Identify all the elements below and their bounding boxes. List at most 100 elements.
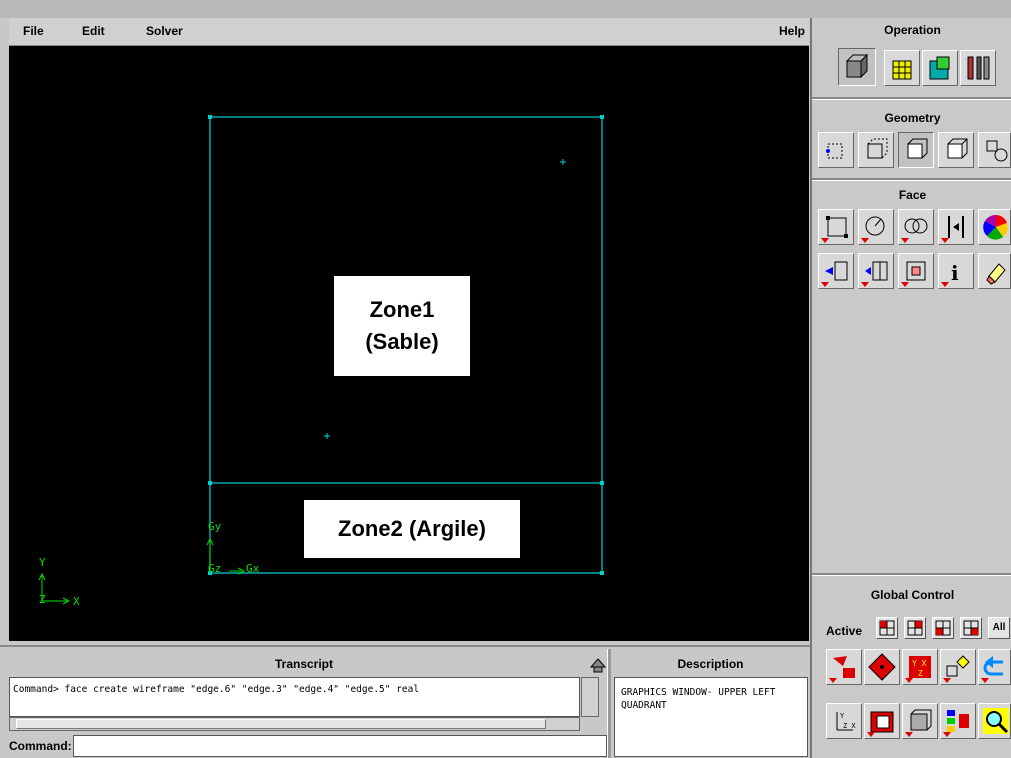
scrollbar-thumb[interactable] [16, 719, 546, 729]
quadrant-icon [935, 620, 951, 636]
circle-face-button[interactable] [858, 209, 894, 245]
tools-icon [967, 56, 990, 80]
orient-axes-button[interactable]: Y Z X [826, 703, 862, 739]
quadrant-lower-right-button[interactable] [960, 617, 982, 639]
svg-text:i: i [951, 261, 959, 285]
svg-text:Y: Y [840, 712, 845, 720]
control-panel: Operation Geometry Face i Global Control… [810, 18, 1011, 758]
info-face-button[interactable]: i [938, 253, 974, 289]
global-control-title: Global Control [870, 588, 955, 602]
separator [812, 178, 1011, 181]
light-button[interactable] [940, 649, 976, 685]
geometry-operation-button[interactable] [884, 50, 920, 86]
all-quadrants-button[interactable]: All [988, 617, 1010, 639]
dropdown-indicator-icon [941, 282, 949, 287]
geometry-op-icon [892, 60, 912, 80]
zone1-title: Zone1 [369, 297, 435, 322]
title-strip [0, 0, 1011, 18]
shade-button[interactable] [902, 703, 938, 739]
axis-z-label: Z [39, 593, 46, 606]
specify-color-button[interactable] [940, 703, 976, 739]
axis-x-label: X [73, 595, 80, 608]
mesh-render-button[interactable] [864, 703, 900, 739]
dropdown-indicator-icon [905, 678, 913, 683]
description-title: Description [677, 657, 744, 671]
tools-operation-button[interactable] [960, 50, 996, 86]
quadrant-lower-left-button[interactable] [932, 617, 954, 639]
separator [0, 645, 810, 647]
transcript-text: Command> face create wireframe "edge.6" … [9, 677, 580, 717]
axis-y-label: Y [39, 556, 46, 569]
examine-mesh-button[interactable] [978, 703, 1011, 739]
up-arrow-icon [589, 658, 607, 673]
pivot-icon [868, 653, 896, 681]
quadrant-icon [907, 620, 923, 636]
edge-icon [867, 138, 888, 159]
transcript-expand-button[interactable] [589, 657, 607, 675]
dropdown-indicator-icon [901, 238, 909, 243]
dropdown-indicator-icon [943, 732, 951, 737]
delete-face-button[interactable] [978, 253, 1011, 289]
connect-face-button[interactable] [818, 253, 854, 289]
zones-operation-button[interactable] [922, 50, 958, 86]
zones-icon [929, 56, 950, 80]
split-face-button[interactable] [858, 253, 894, 289]
svg-text:Z: Z [918, 669, 923, 678]
dropdown-indicator-icon [861, 238, 869, 243]
edge-button[interactable] [858, 132, 894, 168]
zone1-label: Zone1 (Sable) [334, 276, 470, 376]
transcript-horizontal-scrollbar[interactable] [9, 717, 580, 731]
zone2-label: Zone2 (Argile) [304, 500, 520, 558]
undo-view-button[interactable] [978, 649, 1011, 685]
command-input[interactable] [73, 735, 607, 757]
menu-help[interactable]: Help [779, 24, 805, 38]
local-gy-label: Gy [208, 520, 222, 533]
fit-to-window-button[interactable] [826, 649, 862, 685]
select-pivot-button[interactable] [864, 649, 900, 685]
quadrant-icon [963, 620, 979, 636]
zone1-material: (Sable) [365, 329, 439, 354]
face-button[interactable] [898, 132, 934, 168]
quadrant-upper-right-button[interactable] [904, 617, 926, 639]
dropdown-indicator-icon [943, 678, 951, 683]
vertex-button[interactable] [818, 132, 854, 168]
menu-solver[interactable]: Solver [146, 24, 183, 38]
dropdown-indicator-icon [901, 282, 909, 287]
boolean-face-button[interactable] [898, 209, 934, 245]
active-label: Active [826, 624, 863, 638]
quadrant-upper-left-button[interactable] [876, 617, 898, 639]
group-button[interactable] [978, 132, 1011, 168]
summarize-face-button[interactable] [898, 253, 934, 289]
change-view-button[interactable]: Y XZ [902, 649, 938, 685]
svg-text:Z X: Z X [843, 722, 856, 730]
menu-file[interactable]: File [23, 24, 44, 38]
operation-title: Operation [884, 23, 941, 37]
description-text: GRAPHICS WINDOW- UPPER LEFT QUADRANT [614, 677, 808, 757]
vertex-icon [826, 143, 843, 159]
axes-icon: Y Z X [836, 712, 856, 731]
pane-divider[interactable] [607, 649, 611, 758]
dropdown-indicator-icon [829, 678, 837, 683]
geometry-title: Geometry [884, 111, 941, 125]
move-face-button[interactable] [938, 209, 974, 245]
color-face-icon [983, 214, 1008, 240]
eraser-icon [986, 263, 1006, 285]
dropdown-indicator-icon [861, 282, 869, 287]
transcript-title: Transcript [274, 657, 334, 671]
color-face-button[interactable] [978, 209, 1011, 245]
graphics-window[interactable]: Y X Z Gy Gz Gx Zone1 (Sable) Zone2 (Argi… [9, 46, 809, 641]
mesh-button[interactable] [838, 48, 876, 86]
form-face-button[interactable] [818, 209, 854, 245]
menu-bar: File Edit Solver Help [9, 18, 809, 46]
volume-button[interactable] [938, 132, 974, 168]
dropdown-indicator-icon [905, 732, 913, 737]
dropdown-indicator-icon [821, 238, 829, 243]
separator [812, 97, 1011, 100]
local-gz-label: Gz [208, 562, 221, 575]
dropdown-indicator-icon [867, 732, 875, 737]
group-icon [986, 140, 1008, 162]
transcript-vertical-scrollbar[interactable] [581, 677, 599, 717]
menu-edit[interactable]: Edit [82, 24, 105, 38]
mesh-icon [845, 53, 869, 79]
magnifier-icon [983, 708, 1009, 734]
